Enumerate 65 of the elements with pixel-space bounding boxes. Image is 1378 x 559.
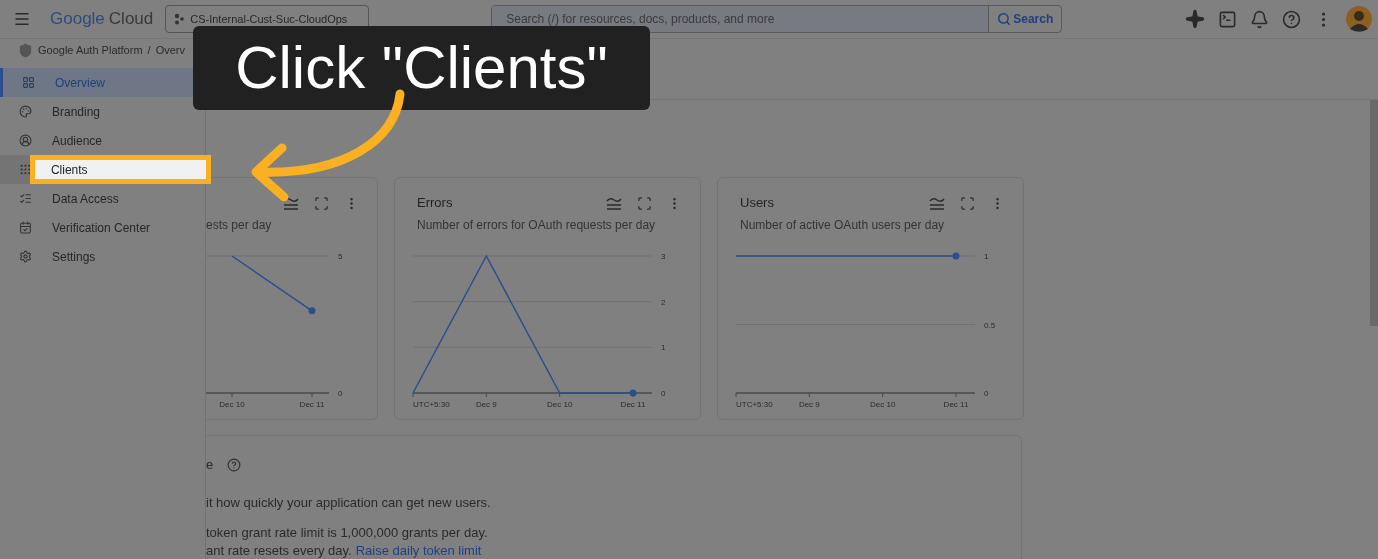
breadcrumb-separator: / (147, 43, 151, 59)
fullscreen-icon[interactable] (637, 195, 652, 211)
palette-icon (19, 105, 32, 118)
card-subtitle: ests per day (206, 217, 272, 234)
axis-tick-label: Dec 11 (299, 400, 325, 409)
logo-wordmark: Google (50, 8, 105, 31)
calendar-check-icon (19, 221, 32, 234)
sidebar-item[interactable]: Verification Center (0, 213, 205, 242)
logo-product: Cloud (108, 8, 154, 31)
axis-tick-label: Dec 11 (620, 400, 646, 409)
shield-icon (18, 43, 33, 58)
sidebar-item[interactable]: Clients (29, 155, 211, 184)
axis-tick-label: 2 (661, 297, 666, 307)
data-point (952, 252, 960, 260)
axis-tick-label: Dec 10 (547, 400, 573, 409)
data-point (308, 307, 316, 315)
dots-grid-icon (19, 163, 32, 176)
help-icon[interactable] (1282, 9, 1301, 29)
axis-tick-label: Dec 9 (475, 400, 497, 409)
axis-tick-label: 1 (984, 252, 989, 261)
description-text: token grant rate limit is 1,000,000 grants per day. (206, 524, 488, 542)
compare-icon[interactable] (283, 196, 299, 210)
axis-tick-label: UTC+5:30 (736, 400, 773, 409)
axis-tick-label: 0 (984, 389, 989, 398)
axis-tick-label: 5 (338, 252, 343, 261)
card-subtitle: Number of errors for OAuth requests per day (417, 217, 656, 234)
sidebar-item[interactable]: Audience (0, 126, 205, 155)
avatar[interactable] (1346, 6, 1372, 32)
description-text: it how quickly your application can get new users. (206, 494, 491, 512)
compare-icon[interactable] (606, 196, 622, 210)
axis-tick-label: 0.5 (984, 320, 996, 330)
fullscreen-icon[interactable] (314, 195, 329, 211)
list-icon (19, 192, 32, 205)
axis-tick-label: 3 (661, 252, 666, 261)
axis-tick-label: 1 (661, 343, 666, 353)
terminal-icon[interactable] (1218, 9, 1237, 29)
menu-icon[interactable] (13, 10, 31, 28)
grid-icon (22, 76, 35, 89)
axis-tick-label: Dec 10 (219, 400, 245, 409)
project-icon (174, 13, 185, 25)
sparkle-icon[interactable] (1185, 9, 1205, 29)
breadcrumb-link[interactable]: Google Auth Platform (38, 42, 143, 59)
card-title: Errors (417, 194, 453, 213)
sidebar-item[interactable]: Settings (0, 242, 205, 271)
help-icon[interactable] (227, 458, 242, 472)
person-icon (19, 134, 32, 147)
data-point (629, 389, 637, 397)
breadcrumb-current: Overv (155, 43, 185, 59)
fullscreen-icon[interactable] (960, 195, 975, 211)
notifications-icon[interactable] (1250, 9, 1269, 29)
card-title: e (206, 456, 214, 474)
instruction-tooltip: Click "Clients" (193, 26, 650, 110)
raise-limit-link[interactable]: Raise daily token limit (355, 542, 482, 559)
sidebar-item[interactable]: Data Access (0, 184, 205, 213)
axis-tick-label: Dec 10 (870, 400, 896, 409)
axis-tick-label: 0 (661, 389, 666, 398)
settings-icon (19, 250, 32, 263)
axis-tick-label: UTC+5:30 (413, 400, 450, 409)
axis-tick-label: 0 (338, 389, 343, 398)
compare-icon[interactable] (929, 196, 945, 210)
card-title: Users (740, 194, 774, 213)
axis-tick-label: Dec 9 (798, 400, 820, 409)
axis-tick-label: Dec 11 (943, 400, 969, 409)
card-subtitle: Number of active OAuth users per day (740, 217, 945, 234)
description-text: ant rate resets every day. (206, 542, 352, 559)
